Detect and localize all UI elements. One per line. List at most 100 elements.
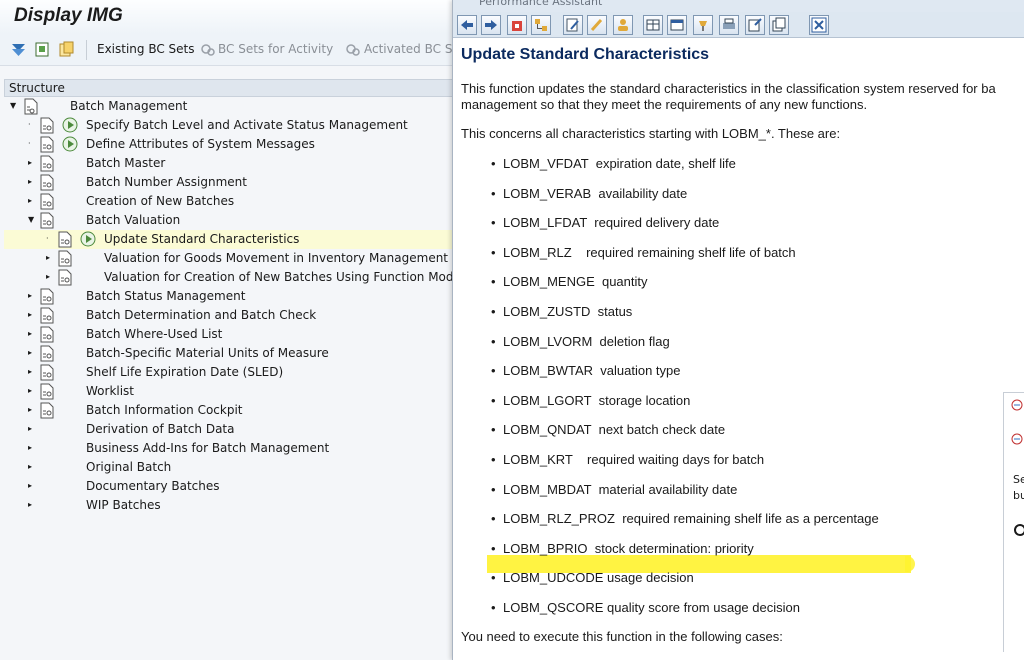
- execute-icon[interactable]: [80, 231, 96, 247]
- expand-arrow-icon[interactable]: ▸: [28, 386, 36, 396]
- tree-node[interactable]: ▸ Batch Where-Used List: [4, 325, 456, 344]
- bullet-icon: •: [491, 481, 496, 497]
- expand-arrow-icon[interactable]: ▸: [28, 424, 36, 434]
- expand-arrow-icon[interactable]: ▸: [28, 329, 36, 339]
- tree-node[interactable]: ▸ Valuation for Goods Movement in Invento…: [4, 249, 456, 268]
- expand-arrow-icon[interactable]: ▸: [28, 462, 36, 472]
- bullet-icon: •: [491, 185, 496, 201]
- expand-arrow-icon[interactable]: ▸: [28, 177, 36, 187]
- collapse-arrow-icon[interactable]: ▼: [28, 215, 36, 225]
- expand-arrow-icon[interactable]: ·: [28, 120, 36, 130]
- characteristic-text: LOBM_BPRIO stock determination: priority: [503, 540, 754, 556]
- expand-arrow-icon[interactable]: ▸: [28, 367, 36, 377]
- expand-arrow-icon[interactable]: ▸: [28, 405, 36, 415]
- activated-bc-sets-icon: [346, 44, 360, 56]
- side-popup-panel: Se bu: [1003, 392, 1024, 652]
- execute-icon[interactable]: [62, 136, 78, 152]
- expand-tree-icon[interactable]: [10, 41, 27, 58]
- tree-node[interactable]: ▸ Business Add-Ins for Batch Management: [4, 439, 456, 458]
- export-icon[interactable]: [745, 15, 765, 35]
- tree-node[interactable]: · Define Attributes of System Messages: [4, 135, 456, 154]
- document-icon: [40, 288, 54, 305]
- tree-node[interactable]: ▸ Derivation of Batch Data: [4, 420, 456, 439]
- tree-label: Specify Batch Level and Activate Status …: [86, 118, 408, 132]
- forward-arrow-icon[interactable]: [481, 15, 501, 35]
- tree-node[interactable]: ▸ Batch-Specific Material Units of Measur…: [4, 344, 456, 363]
- tree-label: Shelf Life Expiration Date (SLED): [86, 365, 284, 379]
- tree-node[interactable]: ▸ Batch Determination and Batch Check: [4, 306, 456, 325]
- characteristic-text: LOBM_QNDAT next batch check date: [503, 422, 726, 438]
- characteristic-text: LOBM_RLZ_PROZ required remaining shelf l…: [503, 511, 879, 527]
- expand-arrow-icon[interactable]: ▸: [28, 348, 36, 358]
- bullet-icon: •: [491, 540, 496, 556]
- document-icon: [40, 155, 54, 172]
- home-icon[interactable]: [507, 15, 527, 35]
- bullet-icon: •: [491, 600, 496, 615]
- info-icon[interactable]: [1011, 433, 1023, 447]
- back-arrow-icon[interactable]: [457, 15, 477, 35]
- reference-icon[interactable]: [34, 41, 51, 58]
- highlighter-icon[interactable]: [587, 15, 607, 35]
- table-icon[interactable]: [643, 15, 663, 35]
- copy-icon[interactable]: [769, 15, 789, 35]
- tree-node[interactable]: ▸ Original Batch: [4, 458, 456, 477]
- tree-node[interactable]: ▸ Worklist: [4, 382, 456, 401]
- tree-node[interactable]: ▸ Documentary Batches: [4, 477, 456, 496]
- characteristic-text: LOBM_BWTAR valuation type: [503, 363, 681, 379]
- tree-label: Worklist: [86, 384, 135, 398]
- existing-bc-sets-button[interactable]: Existing BC Sets: [97, 42, 195, 56]
- expand-arrow-icon[interactable]: ▸: [28, 443, 36, 453]
- expand-arrow-icon[interactable]: ▸: [28, 291, 36, 301]
- document-icon: [40, 136, 54, 153]
- tree-node[interactable]: ▸ Batch Information Cockpit: [4, 401, 456, 420]
- tree-root-batch-management[interactable]: ▼ Batch Management: [4, 97, 456, 116]
- tree-node[interactable]: ▸ Creation of New Batches: [4, 192, 456, 211]
- tree-node[interactable]: ▸ Batch Number Assignment: [4, 173, 456, 192]
- tree-label: Business Add-Ins for Batch Management: [86, 441, 330, 455]
- tree-node[interactable]: · Specify Batch Level and Activate Status…: [4, 116, 456, 135]
- help-icon[interactable]: [1011, 399, 1023, 411]
- expand-arrow-icon[interactable]: ▸: [46, 253, 54, 263]
- expand-arrow-icon[interactable]: ▸: [28, 500, 36, 510]
- expand-arrow-icon[interactable]: ·: [46, 234, 54, 244]
- structure-icon[interactable]: [531, 15, 551, 35]
- application-toolbar: Existing BC Sets BC Sets for Activity Ac…: [0, 34, 460, 66]
- img-structure-tree: ▼ Batch Management · Specify Batch Level …: [4, 97, 472, 515]
- bc-sets-activity-icon: [201, 44, 215, 56]
- user-icon[interactable]: [613, 15, 633, 35]
- tree-node[interactable]: ▸ WIP Batches: [4, 496, 456, 515]
- tree-node[interactable]: ▼ Batch Valuation: [4, 211, 456, 230]
- characteristics-intro: This concerns all characteristics starti…: [461, 126, 841, 141]
- document-icon: [40, 345, 54, 362]
- tree-label: Valuation for Creation of New Batches Us…: [104, 270, 472, 284]
- close-icon[interactable]: [809, 15, 829, 35]
- refresh-icon[interactable]: [1013, 523, 1024, 537]
- expand-arrow-icon[interactable]: ▸: [46, 272, 54, 282]
- page-title: Update Standard Characteristics: [461, 46, 710, 63]
- tree-node[interactable]: ▸ Batch Master: [4, 154, 456, 173]
- window-icon[interactable]: [667, 15, 687, 35]
- expand-arrow-icon[interactable]: ·: [28, 139, 36, 149]
- expand-arrow-icon[interactable]: ▸: [28, 310, 36, 320]
- execute-icon[interactable]: [62, 117, 78, 133]
- tree-node[interactable]: ▸ Batch Status Management: [4, 287, 456, 306]
- expand-arrow-icon[interactable]: ▸: [28, 196, 36, 206]
- collapse-arrow-icon[interactable]: ▼: [10, 101, 18, 111]
- edit-icon[interactable]: [563, 15, 583, 35]
- expand-arrow-icon[interactable]: ▸: [28, 158, 36, 168]
- characteristic-text: LOBM_MBDAT material availability date: [503, 481, 738, 497]
- expand-arrow-icon[interactable]: ▸: [28, 481, 36, 491]
- documentation-icon[interactable]: [58, 41, 75, 58]
- tree-node[interactable]: ▸ Shelf Life Expiration Date (SLED): [4, 363, 456, 382]
- toolbar-separator: [86, 40, 87, 60]
- bullet-icon: •: [491, 304, 496, 319]
- tree-node[interactable]: ▸ Valuation for Creation of New Batches U…: [4, 268, 472, 287]
- bullet-icon: •: [491, 392, 496, 408]
- print-icon[interactable]: [719, 15, 739, 35]
- bc-sets-for-activity-button[interactable]: BC Sets for Activity: [218, 42, 333, 56]
- tree-node[interactable]: · Update Standard Characteristics: [4, 230, 456, 249]
- activated-bc-sets-button[interactable]: Activated BC Se: [364, 42, 460, 56]
- tree-label: Documentary Batches: [86, 479, 220, 493]
- structure-header: Structure: [4, 79, 456, 97]
- settings-icon[interactable]: [693, 15, 713, 35]
